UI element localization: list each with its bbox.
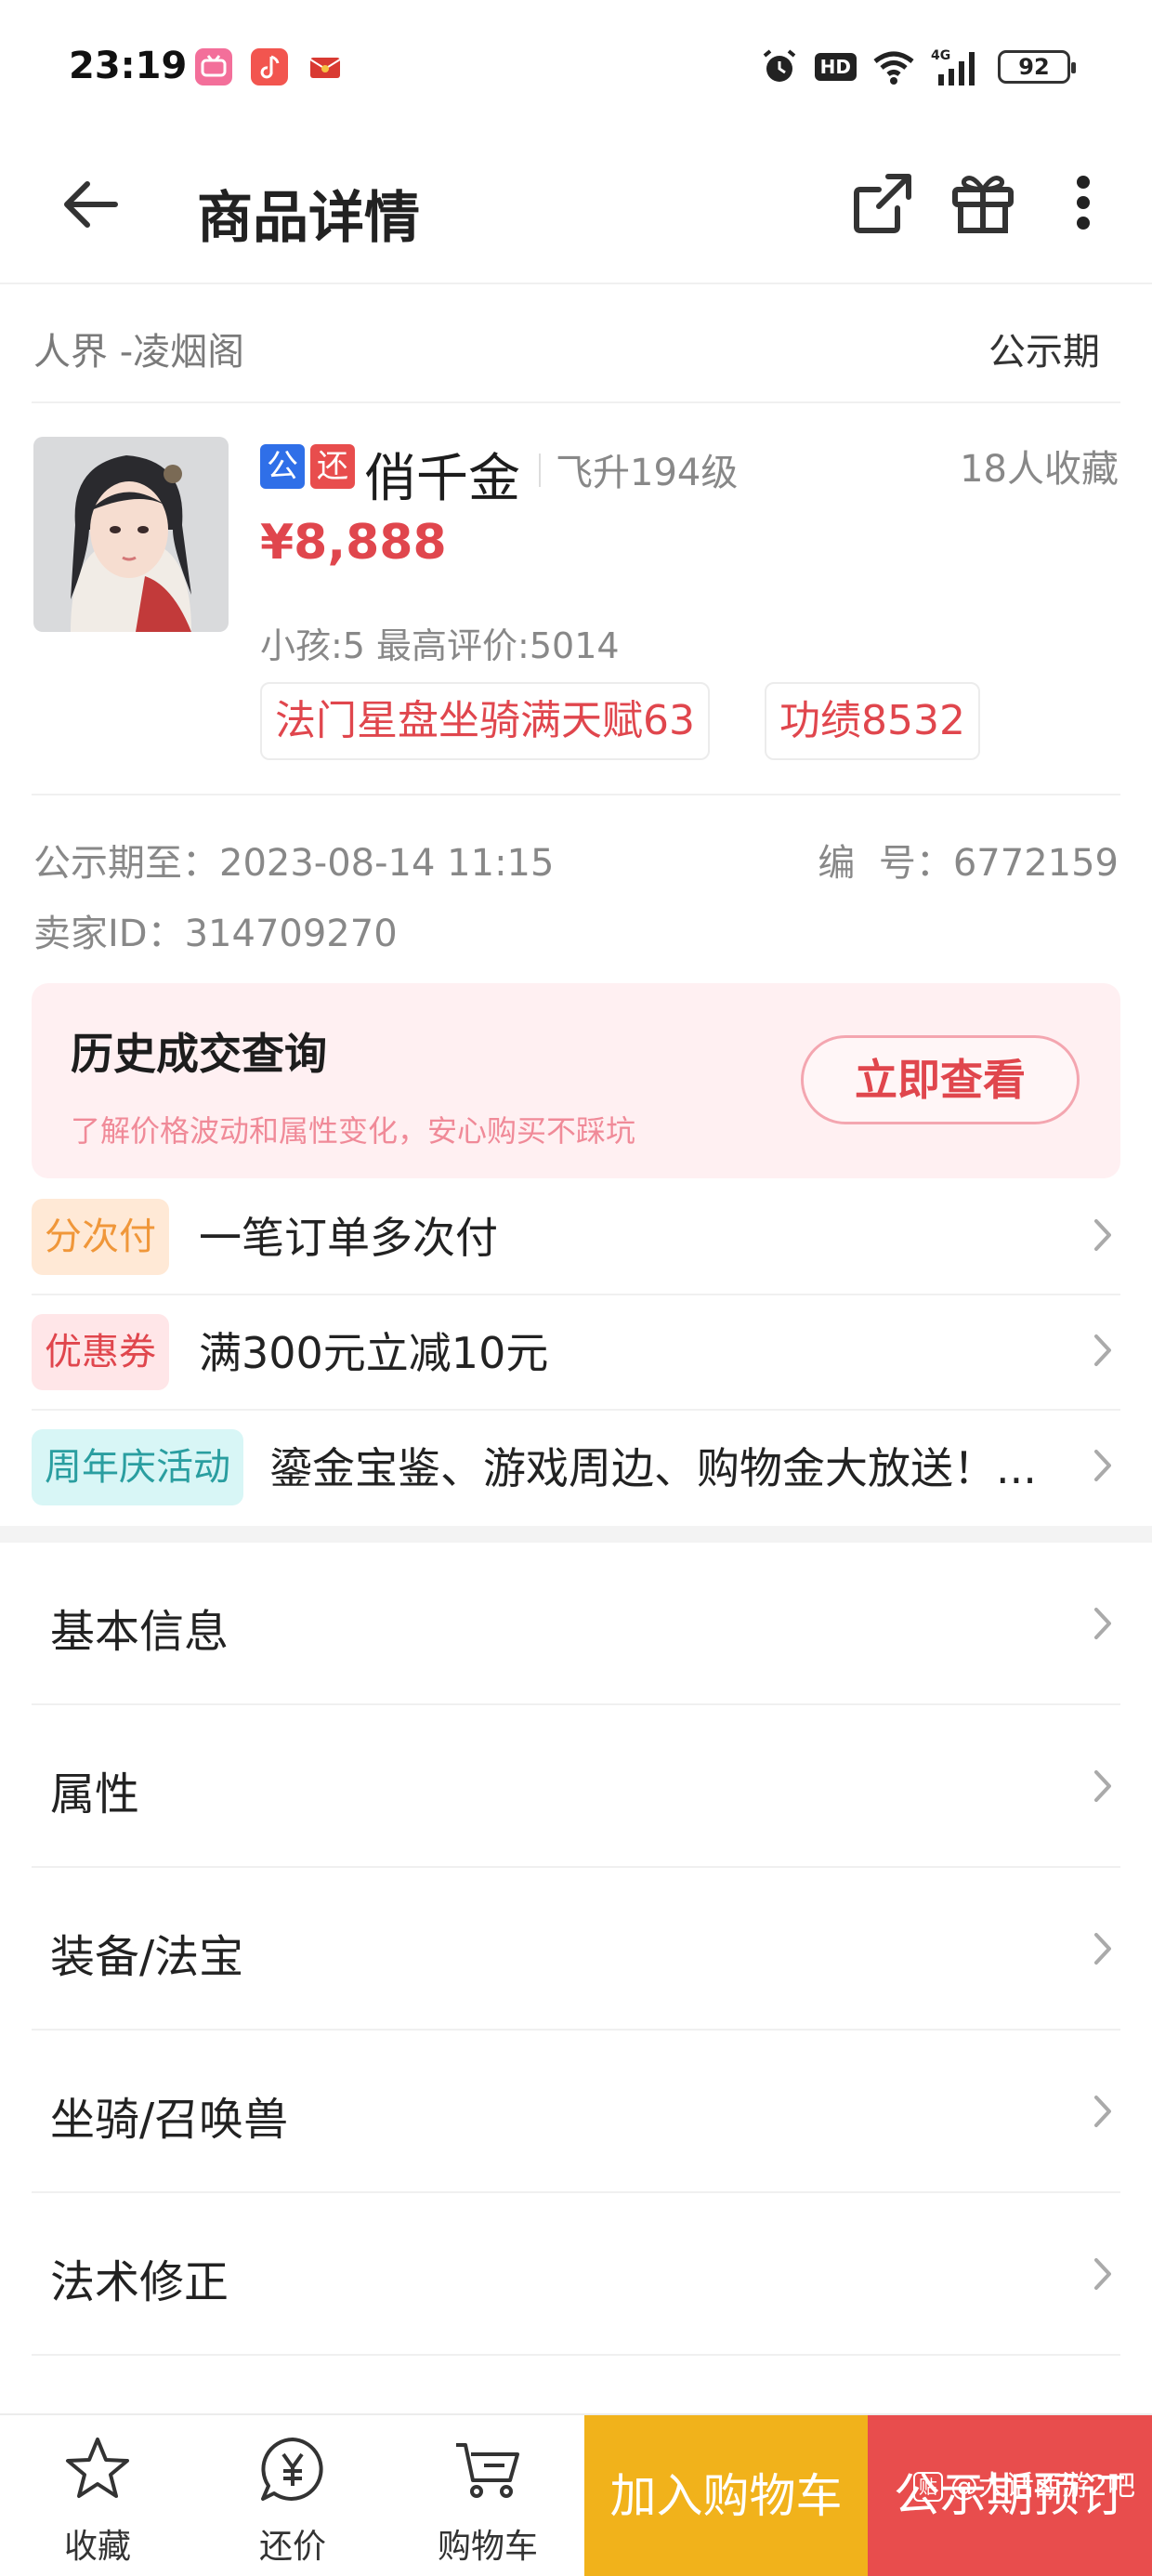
chevron-right-icon (1094, 1770, 1111, 1802)
promo-row-installment[interactable]: 分次付 一笔订单多次付 (32, 1178, 1120, 1294)
menu-item-label: 属性 (50, 1768, 140, 1820)
tab-shopping-cart[interactable]: 购物车 (390, 2415, 585, 2576)
bilibili-icon (195, 48, 232, 85)
tieba-icon: 贴 (912, 2472, 943, 2502)
role-avatar[interactable] (33, 437, 229, 632)
menu-item-spell-correction[interactable]: 法术修正 (32, 2193, 1120, 2356)
tab-label: 购物车 (437, 2528, 538, 2566)
menu-item-label: 基本信息 (50, 1606, 229, 1658)
promo-row-coupon[interactable]: 优惠券 满300元立减10元 (32, 1294, 1120, 1409)
chevron-right-icon (1094, 1450, 1111, 1481)
share-icon (854, 174, 911, 233)
reserve-button[interactable]: 公示期预订 贴 @大话西游2吧 (868, 2415, 1152, 2576)
chevron-right-icon (1094, 1608, 1111, 1639)
listing-status: 公示期 (988, 331, 1100, 374)
chevron-right-icon (1094, 2258, 1111, 2290)
gift-icon (952, 176, 1014, 233)
tab-label: 还价 (258, 2528, 326, 2566)
wifi-icon (873, 51, 914, 85)
divider (32, 401, 1120, 403)
red-envelope-icon (307, 48, 344, 85)
menu-item-label: 装备/法宝 (50, 1931, 244, 1983)
watermark-text: @大话西游2吧 (949, 2470, 1135, 2503)
menu-item-label: 坐骑/召唤兽 (50, 2094, 289, 2146)
chevron-right-icon (1094, 1933, 1111, 1965)
installment-pill: 分次付 (32, 1199, 169, 1275)
bottom-action-bar: 收藏 还价 购物车 加入购物车 公示期预订 贴 @大话西游2吧 (0, 2413, 1152, 2576)
page-title: 商品详情 (197, 186, 420, 251)
more-icon (1077, 176, 1090, 230)
role-level: 飞升194级 (556, 452, 739, 494)
status-icons: HD 4G 92 (759, 46, 1076, 87)
promo-text: 鎏金宝鉴、游戏周边、购物金大放送！... (269, 1443, 1037, 1493)
server-name: 人界 -凌烟阁 (33, 331, 245, 374)
signal-4g-icon: 4G (931, 48, 975, 85)
add-to-cart-button[interactable]: 加入购物车 (584, 2415, 868, 2576)
shopping-cart-icon (456, 2443, 519, 2498)
back-arrow-icon (64, 181, 118, 228)
promo-row-anniversary[interactable]: 周年庆活动 鎏金宝鉴、游戏周边、购物金大放送！... (32, 1409, 1120, 1524)
tab-label: 收藏 (63, 2528, 131, 2566)
menu-item-mounts-pets[interactable]: 坐骑/召唤兽 (32, 2031, 1120, 2193)
view-history-button[interactable]: 立即查看 (801, 1035, 1080, 1124)
role-name: 俏千金 (364, 449, 520, 509)
status-time: 23:19 (69, 45, 188, 87)
tab-favorite[interactable]: 收藏 (0, 2415, 195, 2576)
section-separator (0, 1526, 1152, 1543)
promo-text: 满300元立减10元 (199, 1328, 549, 1378)
back-button[interactable] (54, 167, 128, 242)
star-icon (66, 2438, 129, 2498)
anniversary-pill: 周年庆活动 (32, 1429, 243, 1505)
battery-indicator: 92 (998, 50, 1076, 84)
share-button[interactable] (845, 162, 920, 243)
promo-text: 一笔订单多次付 (199, 1213, 498, 1263)
public-until: 公示期至：2023-08-14 11:15 (33, 842, 555, 885)
feature-tag: 功绩8532 (765, 682, 980, 760)
more-button[interactable] (1046, 162, 1102, 243)
role-meta: 小孩:5 最高评价:5014 (260, 625, 620, 666)
hd-badge: HD (814, 53, 857, 81)
seller-id: 卖家ID：314709270 (33, 913, 398, 955)
history-subtitle: 了解价格波动和属性变化，安心购买不踩坑 (71, 1113, 636, 1149)
music-icon (251, 48, 288, 85)
yuan-bubble-icon (261, 2438, 323, 2501)
feature-tag: 法门星盘坐骑满天赋63 (260, 682, 710, 760)
chevron-right-icon (1094, 1219, 1111, 1251)
watermark: 贴 @大话西游2吧 (912, 2407, 1135, 2567)
divider (539, 453, 541, 487)
bargain-badge: 还 (310, 444, 355, 489)
alarm-icon (763, 49, 795, 82)
chevron-right-icon (1094, 2096, 1111, 2127)
menu-item-attributes[interactable]: 属性 (32, 1705, 1120, 1868)
menu-item-basic-info[interactable]: 基本信息 (32, 1543, 1120, 1705)
tab-bargain[interactable]: 还价 (195, 2415, 390, 2576)
menu-item-label: 法术修正 (50, 2256, 229, 2308)
app-header: 商品详情 (0, 130, 1152, 284)
status-bar: 23:19 HD 4G 92 (0, 0, 1152, 130)
menu-item-equipment[interactable]: 装备/法宝 (32, 1868, 1120, 2031)
divider (32, 794, 1120, 795)
history-card: 历史成交查询 了解价格波动和属性变化，安心购买不踩坑 立即查看 (32, 983, 1120, 1178)
gift-button[interactable] (946, 162, 1020, 243)
price: ¥8,888 (260, 515, 447, 571)
chevron-right-icon (1094, 1334, 1111, 1366)
public-badge: 公 (260, 444, 305, 489)
serial-number: 编 号：6772159 (818, 842, 1119, 885)
svg-text:4G: 4G (931, 48, 950, 63)
coupon-pill: 优惠券 (32, 1314, 169, 1390)
favorite-count: 18人收藏 (960, 448, 1119, 491)
history-title: 历史成交查询 (71, 1029, 327, 1079)
